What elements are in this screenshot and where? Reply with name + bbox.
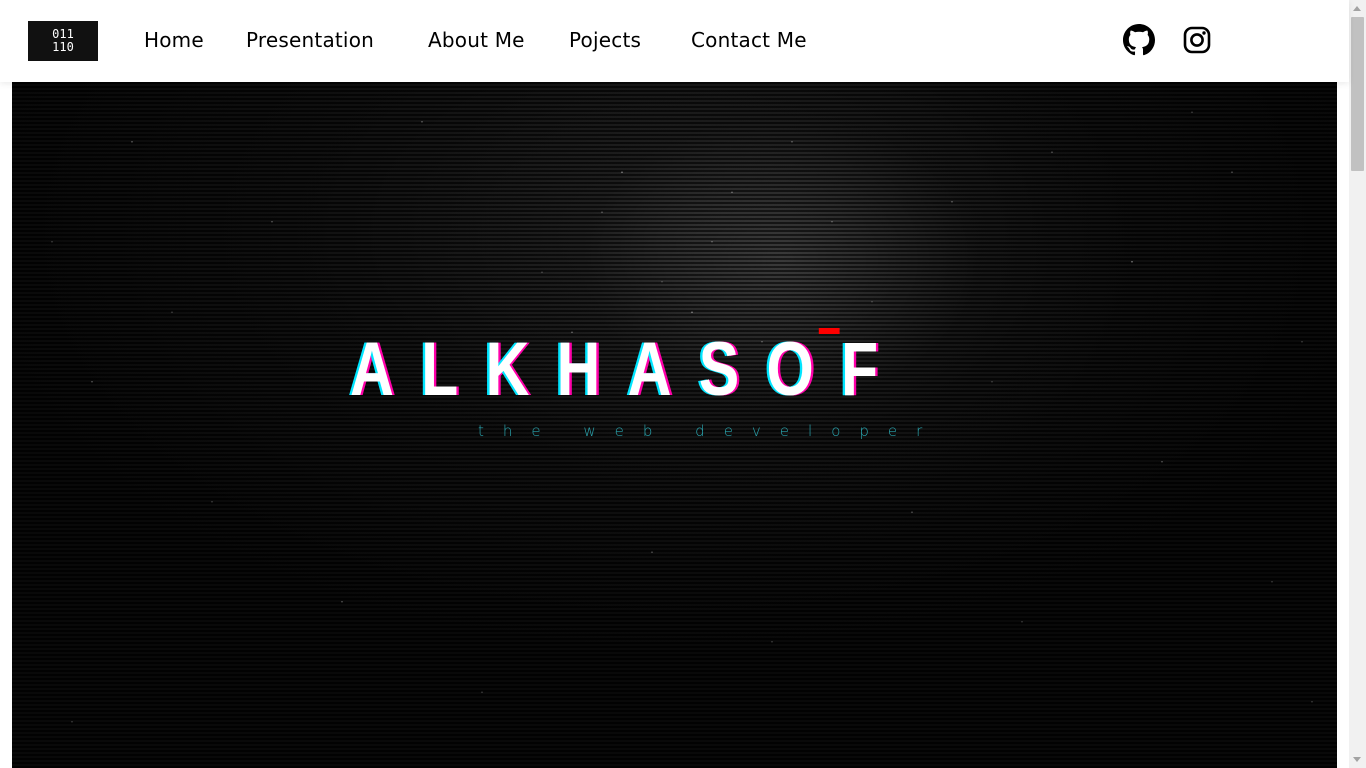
scroll-down-arrow-icon[interactable] [1353, 757, 1361, 762]
nav-projects[interactable]: Pojects [569, 28, 641, 52]
site-logo[interactable]: 011 110 [28, 21, 98, 61]
scroll-up-arrow-icon[interactable] [1353, 6, 1361, 11]
hero-banner: ALKHASOF the web developer [12, 82, 1337, 768]
github-link[interactable] [1123, 24, 1155, 56]
scrollbar-thumb[interactable] [1351, 17, 1364, 171]
instagram-link[interactable] [1181, 24, 1213, 56]
instagram-icon [1183, 26, 1211, 54]
page-scrollbar[interactable] [1349, 0, 1366, 768]
hero-title-text: ALKHASOF [350, 327, 906, 412]
glitch-accent [818, 328, 840, 334]
nav-home[interactable]: Home [144, 28, 204, 52]
nav-presentation[interactable]: Presentation [246, 28, 374, 52]
github-icon [1123, 24, 1155, 56]
hero-title: ALKHASOF [350, 328, 878, 408]
hero-subtitle: the web developer [478, 422, 942, 440]
logo-line-2: 110 [52, 40, 74, 54]
top-navbar: 011 110 Home Presentation About Me Pojec… [0, 0, 1349, 82]
nav-about-me[interactable]: About Me [428, 28, 525, 52]
nav-contact-me[interactable]: Contact Me [691, 28, 807, 52]
